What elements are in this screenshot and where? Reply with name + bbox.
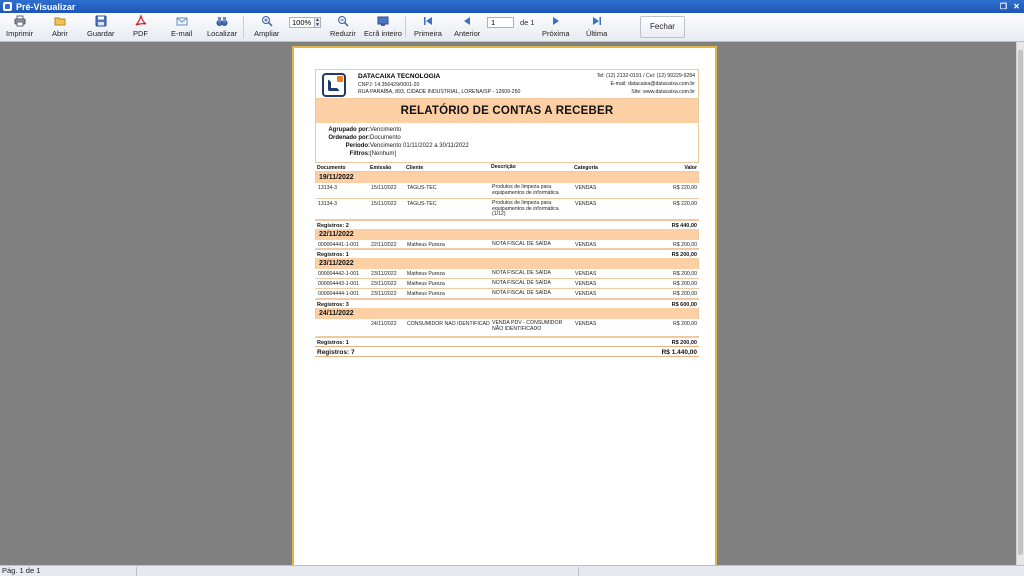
col-description: Descrição — [491, 164, 516, 170]
table-row: 24/11/2022 CONSUMIDOR NÃO IDENTIFICAD VE… — [315, 319, 699, 337]
statusbar: Pág. 1 de 1 — [0, 565, 1024, 576]
monitor-icon — [377, 16, 389, 26]
group-header: 22/11/2022 — [315, 229, 699, 240]
table-row: 000004442-1-001 23/11/2022 Matheus Purez… — [315, 269, 699, 279]
binoculars-icon — [216, 17, 228, 26]
company-site: Site: www.datacaixa.com.br — [631, 89, 695, 95]
page-number-input[interactable] — [487, 17, 514, 28]
scrollbar-thumb[interactable] — [1018, 50, 1023, 555]
group-header: 19/11/2022 — [315, 172, 699, 183]
restore-icon[interactable]: ❐ — [999, 2, 1008, 11]
first-page-button[interactable]: Primeira — [414, 15, 442, 40]
window-titlebar: Pré-Visualizar ❐ ✕ — [0, 0, 1024, 13]
report-title: RELATÓRIO DE CONTAS A RECEBER — [315, 99, 699, 123]
window-title: Pré-Visualizar — [16, 1, 76, 12]
app-icon — [3, 2, 12, 11]
col-doc: Documento — [317, 165, 346, 171]
zoom-spinner[interactable]: ▲ ▼ — [314, 18, 320, 27]
first-page-icon — [423, 17, 432, 25]
fullscreen-button[interactable]: Ecrã inteiro — [364, 15, 402, 40]
toolbar-separator — [405, 16, 406, 38]
company-phone: Tel: (12) 2132-0191 / Cel: (12) 99229-92… — [596, 73, 695, 79]
last-page-button[interactable]: Última — [586, 15, 607, 40]
status-page: Pág. 1 de 1 — [2, 566, 41, 575]
group-header: 24/11/2022 — [315, 308, 699, 319]
table-header: Documento Emissão Cliente Descrição Cate… — [315, 163, 699, 172]
next-page-button[interactable]: Próxima — [542, 15, 570, 40]
page-count-label: de 1 — [520, 18, 535, 27]
previous-page-button[interactable]: Anterior — [454, 15, 480, 40]
table-row: 13134-3 15/11/2022 TAGUS-TEC Produtos de… — [315, 183, 699, 199]
group-summary: Registros: 3 R$ 600,00 — [315, 299, 699, 308]
save-button[interactable]: Guardar — [87, 15, 115, 40]
status-separator — [578, 567, 579, 576]
table-row: 000004443-1-001 23/11/2022 Matheus Purez… — [315, 279, 699, 289]
envelope-icon — [176, 17, 188, 26]
printer-icon — [14, 15, 26, 27]
next-icon — [552, 17, 559, 25]
group-summary: Registros: 1 R$ 200,00 — [315, 249, 699, 258]
report-header: DATACAIXA TECNOLOGIA CNPJ: 14.356429/000… — [315, 69, 699, 99]
grand-total: Registros: 7 R$ 1.440,00 — [315, 346, 699, 357]
table-row: 13134-3 15/11/2022 TAGUS-TEC Produtos de… — [315, 199, 699, 220]
previous-icon — [464, 17, 471, 25]
company-cnpj: CNPJ: 14.356429/0001-20 — [358, 82, 420, 88]
company-logo — [322, 73, 346, 97]
floppy-disk-icon — [95, 15, 107, 27]
table-row: 000004444-1-001 23/11/2022 Matheus Purez… — [315, 289, 699, 299]
toolbar-separator — [243, 16, 244, 38]
last-page-icon — [592, 17, 601, 25]
close-button[interactable]: Fechar — [640, 16, 685, 38]
col-client: Cliente — [406, 165, 424, 171]
email-button[interactable]: E-mail — [171, 15, 192, 40]
report-filters: Agrupado por: Vencimento Ordenado por: Doc… — [315, 123, 699, 163]
status-separator — [136, 567, 137, 576]
print-button[interactable]: Imprimir — [6, 15, 33, 40]
company-address: RUA PARAÍBA, 893, CIDADE INDUSTRIAL, LOR… — [358, 89, 521, 95]
report: DATACAIXA TECNOLOGIA CNPJ: 14.356429/000… — [315, 69, 699, 357]
zoom-in-button[interactable]: Ampliar — [254, 15, 279, 40]
find-button[interactable]: Localizar — [207, 15, 237, 40]
zoom-out-icon — [337, 16, 349, 27]
pdf-icon — [135, 15, 146, 26]
folder-icon — [54, 17, 66, 26]
pdf-button[interactable]: PDF — [133, 15, 148, 40]
close-window-icon[interactable]: ✕ — [1012, 2, 1021, 11]
zoom-out-button[interactable]: Reduzir — [330, 15, 356, 40]
company-name: DATACAIXA TECNOLOGIA — [358, 73, 441, 80]
group-summary: Registros: 1 R$ 200,00 — [315, 337, 699, 346]
group-summary: Registros: 2 R$ 440,00 — [315, 220, 699, 229]
group-header: 23/11/2022 — [315, 258, 699, 269]
open-button[interactable]: Abrir — [52, 15, 68, 40]
zoom-in-icon — [261, 16, 273, 27]
company-email: E-mail: datacaixa@datacaixa.com.br — [610, 81, 695, 87]
col-category: Categoria — [574, 165, 598, 171]
table-row: 000004441-1-001 22/11/2022 Matheus Purez… — [315, 240, 699, 249]
zoom-select[interactable]: 100% ▲ ▼ — [289, 17, 321, 28]
window-controls: ❐ ✕ — [999, 0, 1021, 13]
toolbar: Imprimir Abrir Guardar PDF E-mail Locali… — [0, 13, 1024, 42]
vertical-scrollbar[interactable] — [1016, 42, 1024, 565]
col-emission: Emissão — [370, 165, 392, 171]
col-value: Valor — [684, 165, 697, 171]
report-page: DATACAIXA TECNOLOGIA CNPJ: 14.356429/000… — [292, 46, 717, 571]
